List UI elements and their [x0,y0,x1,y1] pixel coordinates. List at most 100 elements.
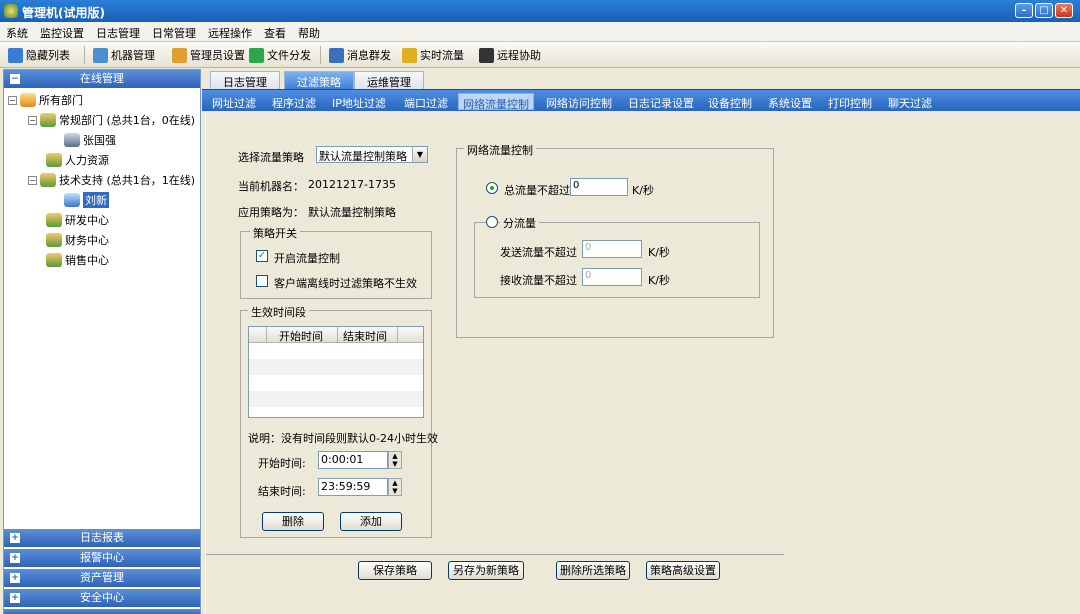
tree-label: 技术支持 (总共1台，1在线) [59,174,196,187]
offline-disable-checkbox[interactable] [256,275,268,287]
broadcast-message-button[interactable]: 消息群发 [329,46,391,64]
strategy-label: 选择流量策略 [238,151,304,164]
total-traffic-unit: K/秒 [632,184,654,197]
col-end-time[interactable]: 结束时间 [343,328,387,344]
col-start-time[interactable]: 开始时间 [279,328,323,344]
start-time-spinner[interactable]: ▲ ▼ [388,451,402,469]
section-log-reports[interactable]: + 日志报表 [4,529,200,547]
online-management-header[interactable]: − 在线管理 [4,70,200,88]
menu-help[interactable]: 帮助 [292,22,326,41]
tree-hr[interactable]: 人力资源 [46,152,109,168]
tree-computer-zhang[interactable]: 张国强 [64,132,116,148]
network-traffic-title: 网络流量控制 [464,142,536,158]
enable-traffic-checkbox[interactable]: ✓ [256,250,268,262]
start-time-input[interactable]: 0:00:01 [318,451,388,469]
machine-management-button[interactable]: 机器管理 [93,46,155,64]
menu-log-management[interactable]: 日志管理 [90,22,146,41]
tab-access-control[interactable]: 网络访问控制 [546,93,612,110]
section-alarm-center[interactable]: + 报警中心 [4,549,200,567]
realtime-traffic-label: 实时流量 [420,49,464,62]
traffic-icon [402,47,417,63]
hide-list-button[interactable]: 隐藏列表 [8,46,70,64]
computer-icon [64,133,80,147]
add-button[interactable]: 添加 [340,512,402,531]
collapse-icon: − [10,74,20,84]
admin-settings-button[interactable]: 管理员设置 [172,46,245,64]
end-time-spinner[interactable]: ▲ ▼ [388,478,402,496]
tab-system-settings[interactable]: 系统设置 [768,93,812,110]
total-traffic-radio[interactable] [486,182,498,194]
save-policy-button[interactable]: 保存策略 [358,561,432,580]
expand-icon: + [10,533,20,543]
maximize-button[interactable]: □ [1035,3,1053,18]
tree-label: 研发中心 [65,214,109,227]
end-time-input[interactable]: 23:59:59 [318,478,388,496]
minimize-button[interactable]: – [1015,3,1033,18]
time-table[interactable]: 开始时间 结束时间 [248,326,424,418]
advanced-policy-settings-button[interactable]: 策略高级设置 [646,561,720,580]
collapse-icon[interactable]: − [28,115,37,125]
tab-log-management[interactable]: 日志管理 [210,71,280,89]
time-table-header: 开始时间 结束时间 [249,327,423,343]
tab-device-control[interactable]: 设备控制 [708,93,752,110]
remote-assist-button[interactable]: 远程协助 [479,46,541,64]
split-traffic-title: 分流量 [500,215,539,231]
tree-regular-dept[interactable]: − 常规部门 (总共1台，0在线) [28,112,195,128]
group-icon [46,233,62,247]
tree-label: 所有部门 [39,94,83,107]
tree-label: 销售中心 [65,254,109,267]
time-note: 说明：没有时间段则默认0-24小时生效 [248,432,438,445]
file-distribute-button[interactable]: 文件分发 [249,46,311,64]
tree-label: 刘新 [83,192,109,208]
menu-remote-operations[interactable]: 远程操作 [202,22,258,41]
computer-icon [93,47,108,63]
section-asset-management[interactable]: + 资产管理 [4,569,200,587]
tree-computer-liu[interactable]: 刘新 [64,192,109,208]
group-icon [46,253,62,267]
tree-label: 常规部门 (总共1台，0在线) [59,114,196,127]
top-tab-strip: 日志管理 过滤策略 运维管理 [202,69,1080,89]
tab-program-filter[interactable]: 程序过滤 [272,93,316,110]
tab-chat-filter[interactable]: 聊天过滤 [888,93,932,110]
tree-tech-support[interactable]: − 技术支持 (总共1台，1在线) [28,172,195,188]
tab-print-control[interactable]: 打印控制 [828,93,872,110]
collapse-icon[interactable]: − [8,95,17,105]
section-security-center[interactable]: + 安全中心 [4,589,200,607]
menu-monitor-settings[interactable]: 监控设置 [34,22,90,41]
tab-url-filter[interactable]: 网址过滤 [212,93,256,110]
recv-traffic-input[interactable]: 0 [582,268,642,286]
tree-all-departments[interactable]: − 所有部门 [8,92,83,108]
save-as-new-policy-button[interactable]: 另存为新策略 [448,561,524,580]
total-traffic-input[interactable]: 0 [570,178,628,196]
send-traffic-input[interactable]: 0 [582,240,642,258]
chevron-down-icon[interactable]: ▼ [412,147,427,162]
tree-rnd[interactable]: 研发中心 [46,212,109,228]
delete-selected-policy-button[interactable]: 删除所选策略 [556,561,630,580]
tab-log-settings[interactable]: 日志记录设置 [628,93,694,110]
strategy-select[interactable]: 默认流量控制策略 ▼ [316,146,428,163]
table-row [249,359,423,375]
list-icon [8,47,23,63]
menu-daily-management[interactable]: 日常管理 [146,22,202,41]
tab-filter-policy[interactable]: 过滤策略 [284,71,354,89]
tab-port-filter[interactable]: 端口过滤 [404,93,448,110]
close-button[interactable]: ✕ [1055,3,1073,18]
tab-ip-filter[interactable]: IP地址过滤 [332,93,386,110]
machine-value: 20121217-1735 [308,178,396,191]
section-more[interactable] [4,609,200,614]
divider [206,554,784,555]
tree-sales[interactable]: 销售中心 [46,252,109,268]
expand-icon: + [10,573,20,583]
split-traffic-radio[interactable] [486,216,498,228]
tree-finance[interactable]: 财务中心 [46,232,109,248]
realtime-traffic-button[interactable]: 实时流量 [402,46,464,64]
collapse-icon[interactable]: − [28,175,37,185]
menu-view[interactable]: 查看 [258,22,292,41]
tab-ops-management[interactable]: 运维管理 [354,71,424,89]
effective-time-title: 生效时间段 [248,304,309,320]
total-traffic-label: 总流量不超过 [504,184,570,197]
tab-traffic-control[interactable]: 网络流量控制 [458,93,534,111]
policy-switch-title: 策略开关 [250,225,300,241]
delete-button[interactable]: 删除 [262,512,324,531]
menu-system[interactable]: 系统 [0,22,34,41]
